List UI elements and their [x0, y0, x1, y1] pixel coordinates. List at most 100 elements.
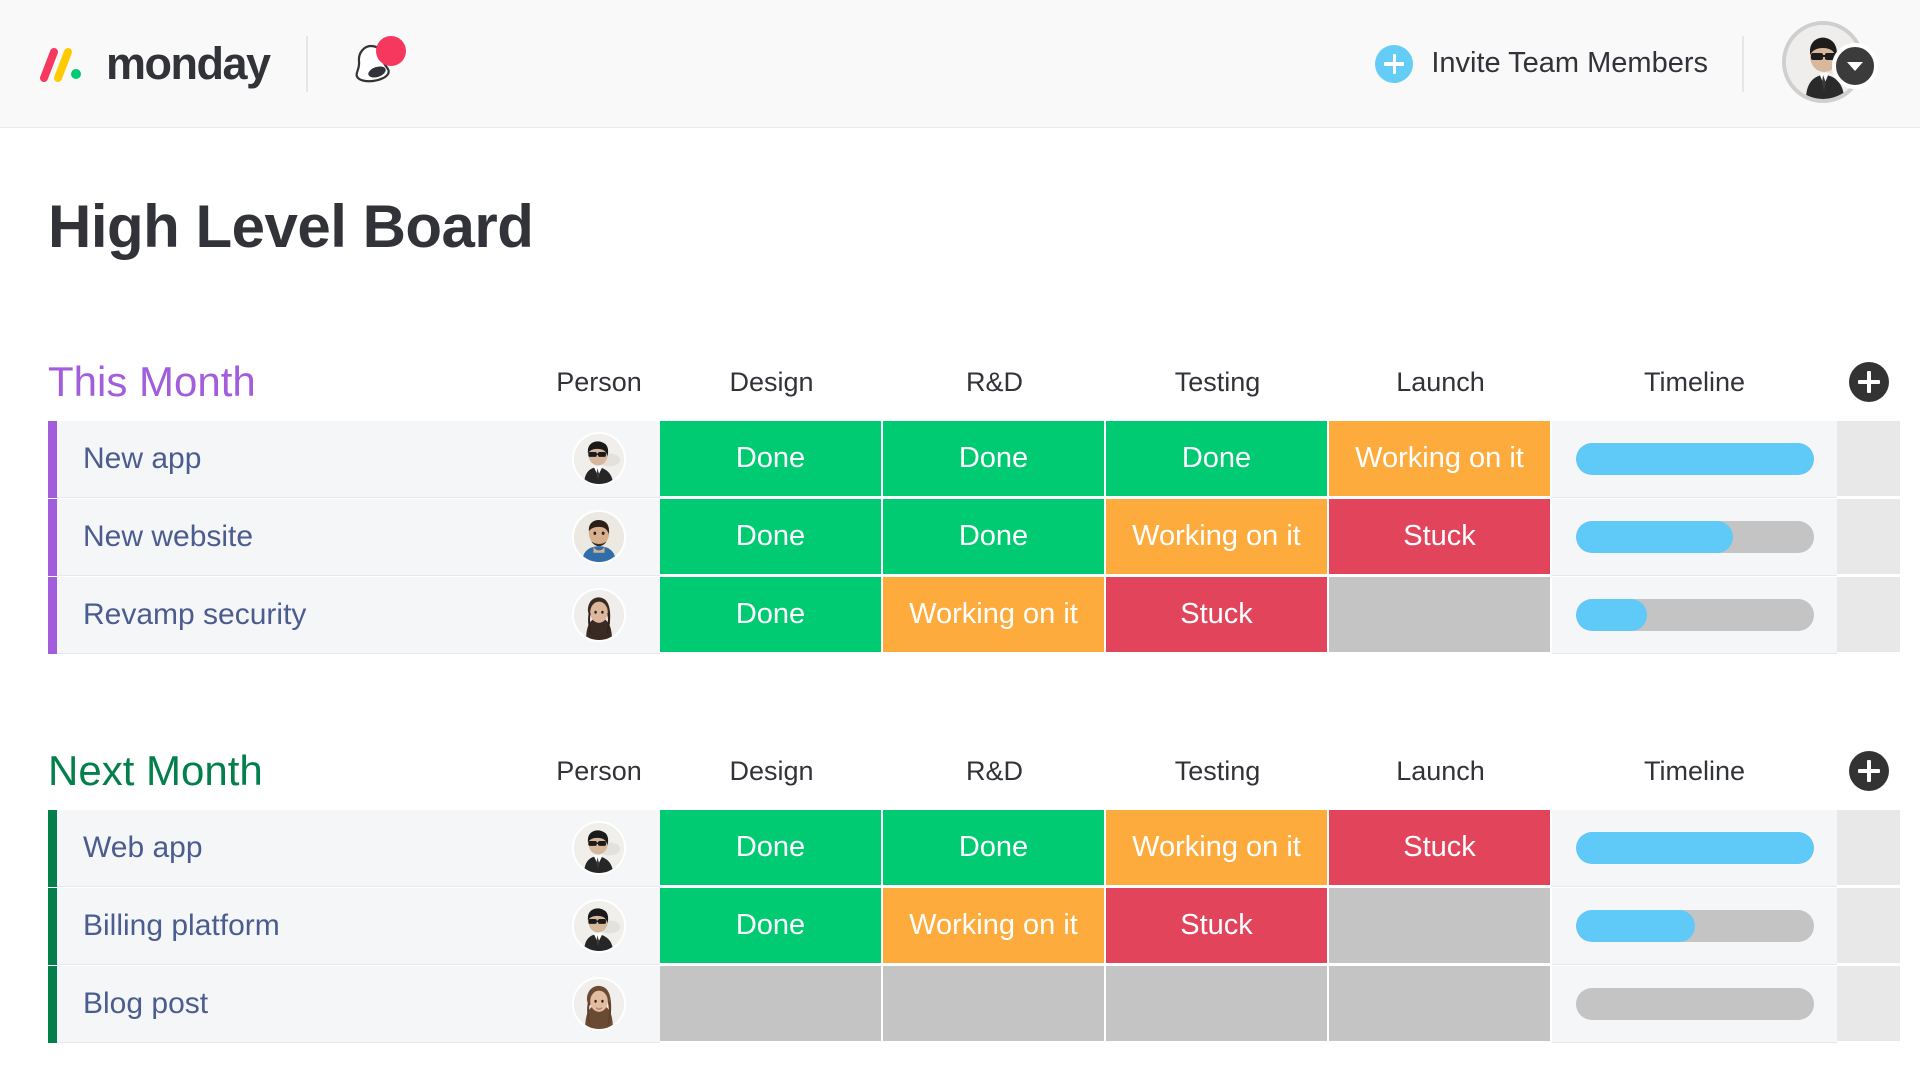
column-header-testing[interactable]: Testing	[1106, 756, 1329, 787]
timeline-cell[interactable]	[1552, 966, 1837, 1043]
extra-column-cell[interactable]	[1837, 499, 1900, 576]
table-row[interactable]: Revamp security DoneWorking on itStuck	[48, 577, 1920, 654]
item-name[interactable]: New website	[57, 499, 538, 576]
column-header-launch[interactable]: Launch	[1329, 367, 1552, 398]
status-cell[interactable]: Working on it	[1106, 499, 1329, 576]
timeline-fill	[1576, 599, 1647, 631]
group-rows: Web app DoneDoneWorking on itStuckBillin…	[48, 810, 1920, 1043]
person-cell[interactable]	[538, 810, 660, 887]
timeline-cell[interactable]	[1552, 810, 1837, 887]
row-color-bar	[48, 966, 57, 1043]
extra-column-cell[interactable]	[1837, 966, 1900, 1043]
avatar	[572, 432, 626, 486]
extra-column-cell[interactable]	[1837, 810, 1900, 887]
group-header: Next MonthPersonDesignR&DTestingLaunchTi…	[48, 742, 1920, 800]
item-name[interactable]: Billing platform	[57, 888, 538, 965]
notifications-button[interactable]	[344, 34, 404, 94]
board-group: Next MonthPersonDesignR&DTestingLaunchTi…	[48, 742, 1920, 1043]
timeline-track	[1576, 832, 1814, 864]
group-title[interactable]: This Month	[48, 361, 538, 403]
timeline-cell[interactable]	[1552, 888, 1837, 965]
extra-column-cell[interactable]	[1837, 577, 1900, 654]
status-cell[interactable]	[660, 966, 883, 1043]
status-cell[interactable]: Done	[1106, 421, 1329, 498]
extra-column-cell[interactable]	[1837, 421, 1900, 498]
status-cell[interactable]: Working on it	[883, 888, 1106, 965]
add-column-button[interactable]	[1849, 362, 1889, 402]
status-cell[interactable]: Working on it	[1329, 421, 1552, 498]
add-column-button[interactable]	[1849, 751, 1889, 791]
timeline-track	[1576, 521, 1814, 553]
item-name[interactable]: Revamp security	[57, 577, 538, 654]
plus-circle-icon	[1375, 45, 1413, 83]
status-cell[interactable]: Done	[883, 499, 1106, 576]
group-rows: New app DoneDoneDoneWorking on itNew web…	[48, 421, 1920, 654]
timeline-cell[interactable]	[1552, 577, 1837, 654]
divider	[306, 36, 308, 92]
add-column-cell	[1837, 751, 1900, 791]
person-cell[interactable]	[538, 577, 660, 654]
board-page: High Level Board This MonthPersonDesignR…	[0, 192, 1920, 1043]
person-cell[interactable]	[538, 499, 660, 576]
status-cell[interactable]: Done	[660, 577, 883, 654]
status-cell[interactable]: Done	[660, 421, 883, 498]
status-cell[interactable]: Done	[660, 499, 883, 576]
row-color-bar	[48, 888, 57, 965]
status-cell[interactable]: Done	[660, 810, 883, 887]
timeline-cell[interactable]	[1552, 421, 1837, 498]
status-cell[interactable]: Stuck	[1329, 499, 1552, 576]
table-row[interactable]: Blog post	[48, 966, 1920, 1043]
person-cell[interactable]	[538, 421, 660, 498]
table-row[interactable]: New website DoneDoneWorking on itStuck	[48, 499, 1920, 576]
status-cell[interactable]: Stuck	[1329, 810, 1552, 887]
status-cell[interactable]: Done	[883, 810, 1106, 887]
status-cell[interactable]	[1106, 966, 1329, 1043]
column-header-design[interactable]: Design	[660, 756, 883, 787]
table-row[interactable]: Billing platform DoneWorking on itStuck	[48, 888, 1920, 965]
timeline-track	[1576, 910, 1814, 942]
table-row[interactable]: New app DoneDoneDoneWorking on it	[48, 421, 1920, 498]
status-cell[interactable]: Stuck	[1106, 888, 1329, 965]
column-header-design[interactable]: Design	[660, 367, 883, 398]
column-header-timeline[interactable]: Timeline	[1552, 756, 1837, 787]
status-cell[interactable]	[1329, 577, 1552, 654]
status-cell[interactable]	[1329, 966, 1552, 1043]
group-title[interactable]: Next Month	[48, 750, 538, 792]
timeline-cell[interactable]	[1552, 499, 1837, 576]
status-cell[interactable]: Stuck	[1106, 577, 1329, 654]
table-row[interactable]: Web app DoneDoneWorking on itStuck	[48, 810, 1920, 887]
timeline-track	[1576, 988, 1814, 1020]
column-header-person[interactable]: Person	[538, 367, 660, 398]
column-header-person[interactable]: Person	[538, 756, 660, 787]
user-menu[interactable]	[1782, 21, 1878, 107]
board-group: This MonthPersonDesignR&DTestingLaunchTi…	[48, 353, 1920, 654]
chevron-down-icon[interactable]	[1832, 43, 1878, 89]
timeline-fill	[1576, 521, 1733, 553]
status-cell[interactable]: Done	[660, 888, 883, 965]
status-cell[interactable]: Working on it	[883, 577, 1106, 654]
person-cell[interactable]	[538, 966, 660, 1043]
brand-logo[interactable]: monday	[40, 41, 270, 86]
page-title: High Level Board	[48, 192, 1920, 261]
column-header-r-d[interactable]: R&D	[883, 756, 1106, 787]
item-name[interactable]: Blog post	[57, 966, 538, 1043]
extra-column-cell[interactable]	[1837, 888, 1900, 965]
timeline-track	[1576, 599, 1814, 631]
person-cell[interactable]	[538, 888, 660, 965]
timeline-fill	[1576, 910, 1695, 942]
column-header-launch[interactable]: Launch	[1329, 756, 1552, 787]
timeline-fill	[1576, 443, 1814, 475]
status-cell[interactable]	[883, 966, 1106, 1043]
column-header-timeline[interactable]: Timeline	[1552, 367, 1837, 398]
status-cell[interactable]: Working on it	[1106, 810, 1329, 887]
group-header: This MonthPersonDesignR&DTestingLaunchTi…	[48, 353, 1920, 411]
item-name[interactable]: Web app	[57, 810, 538, 887]
column-header-testing[interactable]: Testing	[1106, 367, 1329, 398]
status-cell[interactable]	[1329, 888, 1552, 965]
status-cell[interactable]: Done	[883, 421, 1106, 498]
column-header-r-d[interactable]: R&D	[883, 367, 1106, 398]
monday-logo-icon	[40, 44, 96, 84]
item-name[interactable]: New app	[57, 421, 538, 498]
invite-team-members-button[interactable]: Invite Team Members	[1375, 45, 1708, 83]
brand-name: monday	[106, 41, 270, 86]
